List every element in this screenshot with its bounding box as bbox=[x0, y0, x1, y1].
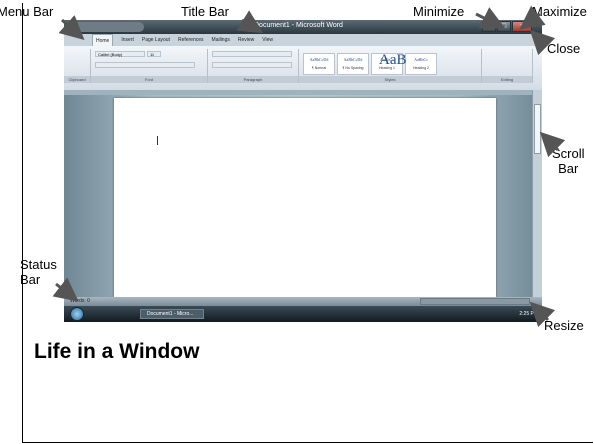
minimize-button[interactable]: – bbox=[482, 21, 496, 32]
callout-title-bar: Title Bar bbox=[181, 4, 229, 19]
menu-bar: Home Insert Page Layout References Maili… bbox=[64, 34, 542, 46]
callout-close: Close bbox=[547, 41, 581, 56]
document-area bbox=[64, 90, 542, 297]
tab-insert[interactable]: Insert bbox=[121, 34, 134, 46]
font-format-buttons[interactable] bbox=[95, 62, 195, 68]
tray-clock: 2:25 PM bbox=[519, 311, 538, 317]
ribbon-group-font: Calibri (Body) 11 Font bbox=[91, 49, 208, 83]
ribbon-group-clipboard: Clipboard bbox=[64, 49, 91, 83]
tab-page-layout[interactable]: Page Layout bbox=[142, 34, 170, 46]
word-window-screenshot: Document1 - Microsoft Word – □ × Home In… bbox=[64, 20, 542, 322]
status-word-count: Words: 0 bbox=[70, 298, 90, 304]
ribbon-group-label: Editing bbox=[482, 76, 532, 83]
scroll-bar[interactable] bbox=[532, 90, 542, 297]
slide-title: Life in a Window bbox=[34, 340, 200, 363]
view-zoom-controls[interactable] bbox=[420, 298, 530, 305]
style-normal[interactable]: AaBbCcDd ¶ Normal bbox=[303, 53, 335, 75]
start-orb-icon[interactable] bbox=[70, 307, 84, 321]
ribbon-group-label: Paragraph bbox=[208, 76, 298, 83]
quick-access-toolbar[interactable] bbox=[70, 22, 144, 32]
paragraph-list-buttons[interactable] bbox=[212, 51, 292, 57]
taskbar: Document1 - Micro... 2:25 PM bbox=[64, 306, 542, 322]
ribbon: Clipboard Calibri (Body) 11 Font Paragra… bbox=[64, 46, 542, 91]
close-button[interactable]: × bbox=[512, 21, 532, 32]
ribbon-group-label: Clipboard bbox=[64, 76, 90, 83]
font-name-box[interactable]: Calibri (Body) bbox=[95, 51, 145, 57]
paragraph-align-buttons[interactable] bbox=[212, 62, 292, 68]
window-title: Document1 - Microsoft Word bbox=[254, 22, 343, 29]
style-title-sample[interactable]: AaB bbox=[379, 52, 407, 69]
tab-references[interactable]: References bbox=[178, 34, 204, 46]
style-heading-2[interactable]: AaBbCc Heading 2 bbox=[405, 53, 437, 75]
style-no-spacing[interactable]: AaBbCcDd ¶ No Spacing bbox=[337, 53, 369, 75]
scroll-thumb[interactable] bbox=[534, 104, 541, 154]
ribbon-group-paragraph: Paragraph bbox=[208, 49, 299, 83]
callout-resize: Resize bbox=[544, 318, 584, 333]
tab-mailings[interactable]: Mailings bbox=[212, 34, 230, 46]
style-sample: AaBbCc bbox=[414, 57, 428, 62]
document-page[interactable] bbox=[114, 98, 496, 297]
callout-status-bar: Status Bar bbox=[20, 257, 57, 287]
status-bar: Words: 0 bbox=[64, 297, 542, 306]
style-sample: AaBbCcDd bbox=[343, 57, 363, 62]
maximize-button[interactable]: □ bbox=[497, 21, 511, 32]
callout-minimize: Minimize bbox=[413, 4, 465, 19]
cursor-icon bbox=[157, 136, 158, 145]
tab-view[interactable]: View bbox=[262, 34, 273, 46]
font-size-box[interactable]: 11 bbox=[147, 51, 161, 57]
window-controls: – □ × bbox=[482, 21, 532, 32]
ribbon-group-label: Styles bbox=[299, 76, 481, 83]
taskbar-item-word[interactable]: Document1 - Micro... bbox=[140, 309, 204, 319]
callout-scroll-bar: Scroll Bar bbox=[552, 146, 585, 176]
callout-maximize: Maximize bbox=[532, 4, 587, 19]
title-bar: Document1 - Microsoft Word – □ × bbox=[64, 20, 542, 34]
ribbon-group-editing: Editing bbox=[482, 49, 533, 83]
tab-review[interactable]: Review bbox=[238, 34, 254, 46]
style-sample: AaBbCcDd bbox=[309, 57, 329, 62]
tab-home[interactable]: Home bbox=[92, 34, 114, 46]
style-name: ¶ No Spacing bbox=[342, 66, 364, 70]
style-name: ¶ Normal bbox=[311, 66, 327, 70]
callout-menu-bar: Menu Bar bbox=[0, 4, 54, 19]
style-name: Heading 2 bbox=[413, 66, 429, 70]
ruler bbox=[64, 90, 542, 95]
ribbon-group-label: Font bbox=[91, 76, 207, 83]
